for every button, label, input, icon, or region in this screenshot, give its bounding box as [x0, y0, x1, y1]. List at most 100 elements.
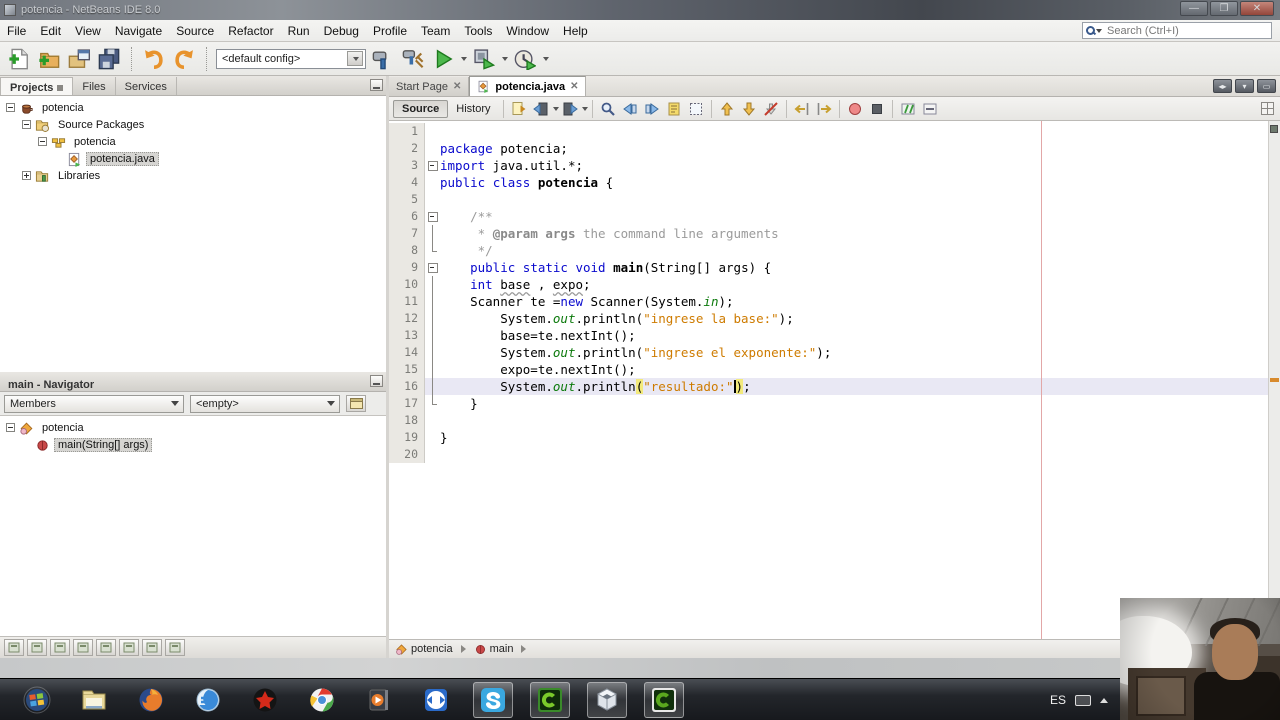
- code-line-8[interactable]: 8 */: [389, 242, 1268, 259]
- code-line-17[interactable]: 17 }: [389, 395, 1268, 412]
- menu-run[interactable]: Run: [281, 21, 317, 41]
- menu-team[interactable]: Team: [414, 21, 457, 41]
- sort-alphabetically-icon[interactable]: [119, 639, 139, 656]
- code-line-20[interactable]: 20: [389, 446, 1268, 463]
- new-project-button[interactable]: [36, 46, 62, 72]
- back-dropdown-icon[interactable]: [552, 106, 559, 111]
- projects-item-potencia[interactable]: potencia: [0, 99, 386, 116]
- menu-view[interactable]: View: [68, 21, 108, 41]
- back-button[interactable]: [530, 99, 552, 119]
- code-line-11[interactable]: 11 Scanner te =new Scanner(System.in);: [389, 293, 1268, 310]
- uncomment-button[interactable]: [919, 99, 941, 119]
- fold-collapse-icon[interactable]: [425, 259, 440, 276]
- config-select[interactable]: <default config>: [216, 48, 366, 69]
- breadcrumb-potencia[interactable]: potencia: [411, 643, 453, 655]
- code-line-12[interactable]: 12 System.out.println("ingrese la base:"…: [389, 310, 1268, 327]
- shift-left-button[interactable]: [791, 99, 813, 119]
- rect-selection-button[interactable]: [685, 99, 707, 119]
- close-tab-icon[interactable]: ✕: [570, 81, 578, 92]
- find-next-button[interactable]: [641, 99, 663, 119]
- minimize-window-button[interactable]: —: [1180, 1, 1208, 16]
- panel-tab-services[interactable]: Services: [116, 77, 177, 95]
- show-static-icon[interactable]: [50, 639, 70, 656]
- forward-button[interactable]: [559, 99, 581, 119]
- tray-expand-icon[interactable]: [1100, 697, 1108, 703]
- tree-expander-icon[interactable]: [22, 120, 31, 129]
- show-inherited-icon[interactable]: [4, 639, 24, 656]
- taskbar-media-red-button[interactable]: [245, 682, 285, 718]
- tree-expander-icon[interactable]: [6, 423, 15, 432]
- panel-tab-files[interactable]: Files: [73, 77, 116, 95]
- editor-tab-potencia-java[interactable]: potencia.java ✕: [469, 76, 587, 96]
- code-line-5[interactable]: 5: [389, 191, 1268, 208]
- taskbar-chrome-button[interactable]: [302, 682, 342, 718]
- error-indicator-icon[interactable]: [1270, 125, 1278, 133]
- breadcrumb-main[interactable]: main: [490, 643, 514, 655]
- code-line-9[interactable]: 9 public static void main(String[] args)…: [389, 259, 1268, 276]
- taskbar-start-button[interactable]: [17, 682, 57, 718]
- save-all-button[interactable]: [96, 46, 122, 72]
- fold-collapse-icon[interactable]: [425, 208, 440, 225]
- code-editor[interactable]: 1 2 package potencia; 3 import java.util.*; 4…: [389, 121, 1280, 639]
- record-macro-button[interactable]: [844, 99, 866, 119]
- forward-dropdown-icon[interactable]: [581, 106, 588, 111]
- debug-button[interactable]: [471, 46, 497, 72]
- occurrence-mark[interactable]: [1270, 378, 1279, 382]
- code-line-2[interactable]: 2 package potencia;: [389, 140, 1268, 157]
- open-project-button[interactable]: [66, 46, 92, 72]
- search-dropdown-icon[interactable]: [1096, 28, 1102, 33]
- code-line-3[interactable]: 3 import java.util.*;: [389, 157, 1268, 174]
- editor-tab-start-page[interactable]: Start Page ✕: [389, 77, 470, 96]
- history-view-button[interactable]: History: [448, 100, 498, 118]
- inherited-filter-select[interactable]: <empty>: [190, 394, 340, 413]
- restore-window-button[interactable]: ❐: [1210, 1, 1238, 16]
- menu-refactor[interactable]: Refactor: [221, 21, 280, 41]
- taskbar-camtasia-2-button[interactable]: [644, 681, 684, 718]
- show-public-icon[interactable]: [73, 639, 93, 656]
- find-selection-button[interactable]: [597, 99, 619, 119]
- menu-profile[interactable]: Profile: [366, 21, 414, 41]
- code-line-19[interactable]: 19}: [389, 429, 1268, 446]
- menu-file[interactable]: File: [0, 21, 33, 41]
- taskbar-camtasia-button[interactable]: [530, 681, 570, 718]
- config-dropdown-icon[interactable]: [347, 51, 363, 66]
- projects-item-potencia-java[interactable]: potencia.java: [0, 150, 386, 167]
- menu-help[interactable]: Help: [556, 21, 595, 41]
- toggle-highlight-button[interactable]: [663, 99, 685, 119]
- build-button[interactable]: [370, 46, 396, 72]
- expand-all-icon[interactable]: [165, 639, 185, 656]
- minimize-panel-icon[interactable]: [370, 375, 383, 387]
- error-stripe[interactable]: [1268, 121, 1280, 639]
- clean-build-button[interactable]: [400, 46, 426, 72]
- tab-list-dropdown-button[interactable]: ▾: [1235, 79, 1254, 93]
- navigator-view-button[interactable]: [346, 395, 366, 412]
- scroll-tabs-left-button[interactable]: ◂▸: [1213, 79, 1232, 93]
- projects-item-source-packages[interactable]: Source Packages: [0, 116, 386, 133]
- taskbar-teamviewer-button[interactable]: [416, 682, 456, 718]
- tree-expander-icon[interactable]: [22, 171, 31, 180]
- code-line-6[interactable]: 6 /**: [389, 208, 1268, 225]
- tree-expander-icon[interactable]: [6, 103, 15, 112]
- taskbar-internet-explorer-button[interactable]: [188, 682, 228, 718]
- run-button[interactable]: [430, 46, 456, 72]
- close-tab-icon[interactable]: ✕: [453, 81, 461, 92]
- minimize-panel-icon[interactable]: [370, 79, 383, 91]
- menu-edit[interactable]: Edit: [33, 21, 68, 41]
- code-line-15[interactable]: 15 expo=te.nextInt();: [389, 361, 1268, 378]
- editor-grid-icon[interactable]: [1261, 102, 1274, 115]
- profile-button[interactable]: [512, 46, 538, 72]
- code-line-18[interactable]: 18: [389, 412, 1268, 429]
- prev-occurrence-button[interactable]: [716, 99, 738, 119]
- members-filter-select[interactable]: Members: [4, 394, 184, 413]
- menu-tools[interactable]: Tools: [457, 21, 499, 41]
- projects-item-libraries[interactable]: Libraries: [0, 167, 386, 184]
- menu-navigate[interactable]: Navigate: [108, 21, 169, 41]
- run-dropdown-icon[interactable]: [461, 56, 467, 61]
- source-view-button[interactable]: Source: [393, 99, 449, 118]
- comment-button[interactable]: [897, 99, 919, 119]
- find-prev-button[interactable]: [619, 99, 641, 119]
- sort-by-source-icon[interactable]: [142, 639, 162, 656]
- navigator-item-main-string-args-[interactable]: main(String[] args): [0, 436, 386, 453]
- code-line-16[interactable]: 16 System.out.println("resultado:");: [389, 378, 1268, 395]
- code-line-13[interactable]: 13 base=te.nextInt();: [389, 327, 1268, 344]
